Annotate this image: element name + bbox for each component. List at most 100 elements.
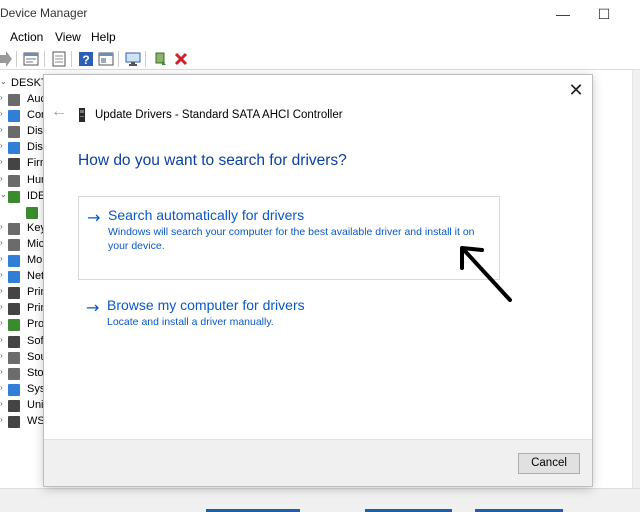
tree-item[interactable]: › Sou [0,350,45,366]
usb-icon [8,399,20,412]
display-icon [8,142,20,155]
tree-root-label: DESKTO [11,77,45,89]
tree-item[interactable]: › Auc [0,92,45,108]
expand-icon[interactable]: › [0,399,3,408]
toolbar: ? [0,48,640,70]
tree-item[interactable]: › Key [0,221,45,237]
tree-item-label: Sto [27,366,44,379]
expand-icon[interactable]: › [0,109,3,118]
tree-item-label: Prin [27,286,45,299]
tree-item-label: Net [27,270,45,283]
close-button[interactable]: ✕ [564,79,588,103]
expand-icon[interactable]: › [0,174,3,183]
collapse-icon[interactable]: ⌄ [0,190,7,199]
dialog-footer: Cancel [44,439,592,486]
tree-item-label: Syst [27,382,45,395]
vertical-scrollbar[interactable] [632,70,640,490]
expand-icon[interactable]: › [0,318,3,327]
view-icon[interactable] [97,50,115,68]
tree-item-label: IDE [27,189,45,202]
expand-icon[interactable]: › [0,367,3,376]
tree-item-label: Sof [27,334,44,347]
ide-icon [8,190,20,203]
tree-item[interactable]: › Syst [0,382,45,398]
arrow-right-icon: → [87,208,101,227]
tree-item-label: Firm [27,157,45,170]
expand-icon[interactable]: › [0,125,3,134]
tree-item-label: WS [27,415,45,427]
status-bar [0,488,640,512]
tree-item[interactable]: › Prin [0,285,45,301]
collapse-icon[interactable]: ⌄ [0,77,7,86]
annotation-arrow-icon [460,246,512,302]
expand-icon[interactable]: › [0,222,3,231]
cancel-button[interactable]: Cancel [518,453,580,474]
tree-item-label: Uni [27,398,44,411]
arrow-right-icon: → [86,298,100,317]
tree-item-label: Key [27,221,45,234]
tree-item-label: Sou [27,350,45,363]
show-hidden-icon[interactable] [50,50,68,68]
tree-item[interactable]: › Net [0,269,45,285]
title-bar: Device Manager — ☐ [0,0,640,28]
toolbar-separator [145,51,146,67]
scan-hardware-icon[interactable] [124,50,142,68]
software-icon [8,335,20,348]
tree-item[interactable] [0,205,45,221]
back-arrow-icon[interactable]: ← [50,103,68,121]
tree-item[interactable]: › Sto [0,366,45,382]
window-title: Device Manager [0,6,88,20]
expand-icon[interactable]: › [0,270,3,279]
menu-action[interactable]: Action [10,30,43,44]
tree-item[interactable]: › Con [0,108,45,124]
expand-icon[interactable]: › [0,254,3,263]
help-icon[interactable]: ? [77,50,95,68]
option-description: Windows will search your computer for th… [108,226,475,252]
tree-root[interactable]: ⌄ DESKTO [0,76,45,92]
expand-icon[interactable]: › [0,415,3,424]
expand-icon[interactable]: › [0,157,3,166]
tree-item-label: Disk [27,125,45,138]
tree-item[interactable]: › Firm [0,156,45,172]
expand-icon[interactable]: › [0,383,3,392]
monitor-icon [8,255,20,267]
expand-icon[interactable]: › [0,335,3,344]
properties-icon[interactable] [22,50,40,68]
mouse-icon [8,238,20,251]
tree-item[interactable]: › Disp [0,140,45,156]
browse-computer-option[interactable]: → Browse my computer for drivers Locate … [78,293,500,339]
uninstall-icon[interactable] [172,50,190,68]
tree-item[interactable]: › Pro [0,317,45,333]
tree-item-label: Hun [27,173,45,186]
tree-item[interactable]: ⌄ IDE [0,189,45,205]
tree-item[interactable]: › Mo [0,253,45,269]
audio-icon [8,94,20,106]
tree-item[interactable]: › Prin [0,301,45,317]
tree-item[interactable]: › Uni [0,398,45,414]
network-icon [8,271,20,284]
option-title: Browse my computer for drivers [107,297,305,313]
tree-item-label: Mic [27,237,45,250]
sata-controller-icon [78,108,86,122]
computer-icon [8,110,20,123]
tree-item[interactable]: › WS [0,414,45,430]
tree-item[interactable]: › Hun [0,173,45,189]
tree-item[interactable]: › Mic [0,237,45,253]
expand-icon[interactable]: › [0,93,3,102]
tree-item[interactable]: › Sof [0,334,45,350]
expand-icon[interactable]: › [0,141,3,150]
maximize-button[interactable]: ☐ [589,4,619,24]
expand-icon[interactable]: › [0,238,3,247]
expand-icon[interactable]: › [0,351,3,360]
menu-view[interactable]: View [55,30,81,44]
tree-item[interactable]: › Disk [0,124,45,140]
expand-icon[interactable]: › [0,302,3,311]
tree-item-label: Pro [27,318,45,331]
expand-icon[interactable]: › [0,286,3,295]
add-driver-icon[interactable] [152,50,170,68]
toolbar-separator [44,51,45,67]
minimize-button[interactable]: — [548,4,578,24]
menu-help[interactable]: Help [91,30,116,44]
option-description: Locate and install a driver manually. [107,316,274,328]
search-automatically-option[interactable]: → Search automatically for drivers Windo… [78,196,500,280]
